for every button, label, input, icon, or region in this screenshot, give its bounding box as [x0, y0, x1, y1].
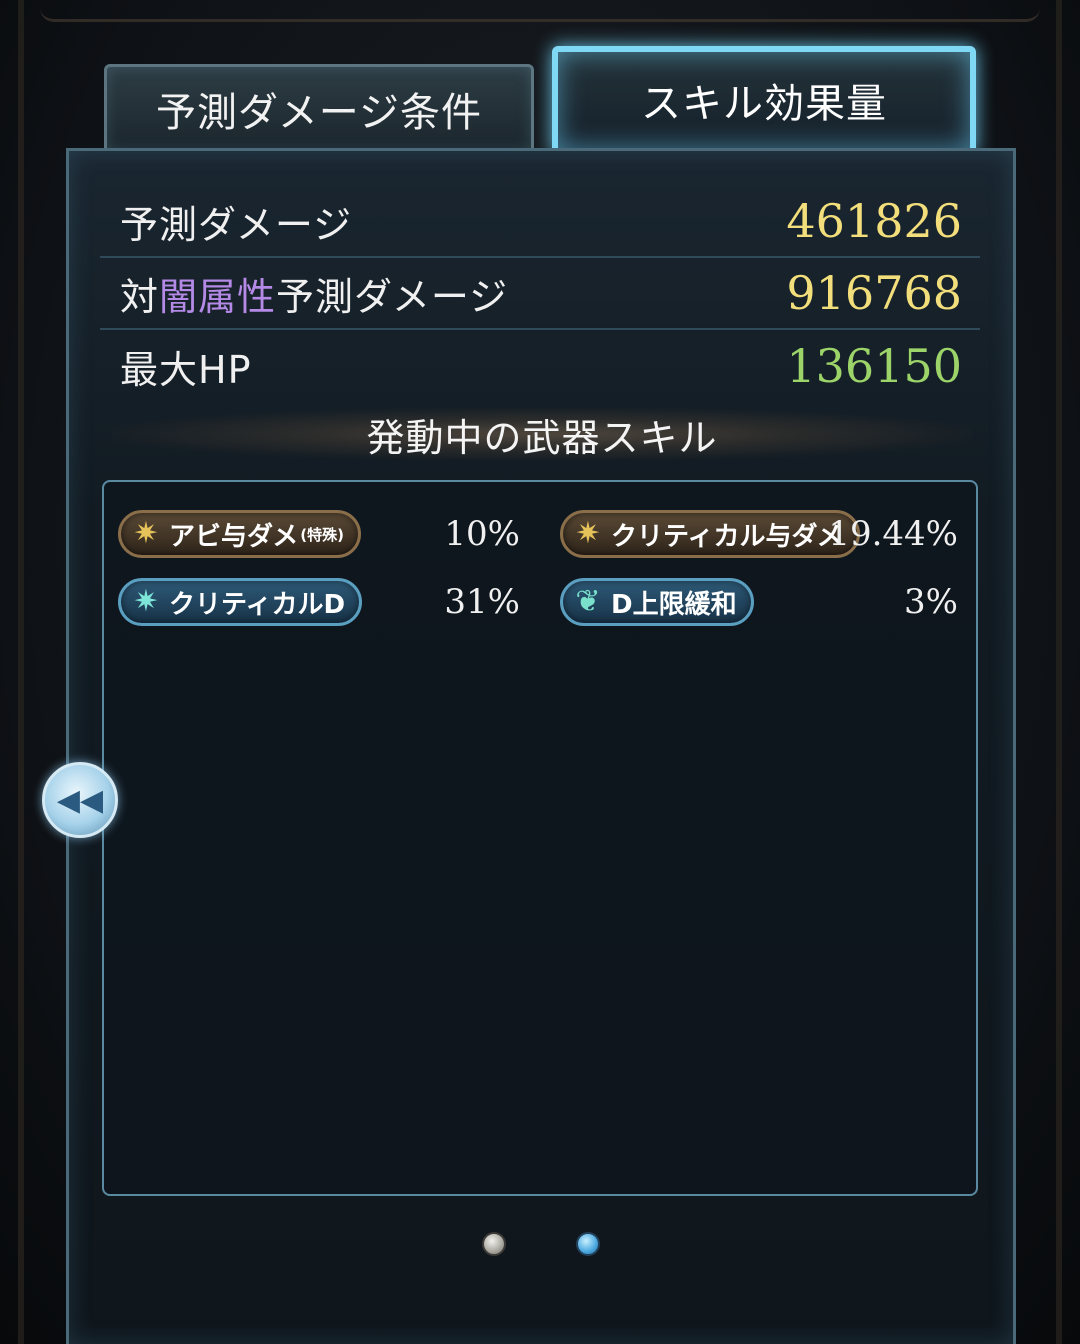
- skill-value: 3%: [904, 582, 958, 622]
- pager-dot-page-1[interactable]: [482, 1232, 506, 1256]
- rewind-back-button[interactable]: ◀◀: [42, 762, 118, 838]
- stat-row-element-damage: 対闇属性予測ダメージ 916768: [100, 258, 980, 330]
- gold-burst-icon: ✷: [575, 516, 601, 551]
- skill-value: 10%: [444, 514, 520, 554]
- stat-label: 対闇属性予測ダメージ: [120, 266, 508, 321]
- tab-label: 予測ダメージ条件: [156, 90, 482, 136]
- section-title-active-weapon-skills: 発動中の武器スキル: [112, 408, 972, 460]
- section-title-text: 発動中の武器スキル: [366, 415, 718, 460]
- stat-value: 461826: [786, 194, 962, 248]
- skill-item-ability-damage: ✷ アビ与ダメ (特殊): [118, 510, 361, 558]
- skill-label: アビ与ダメ: [169, 521, 299, 552]
- skill-label: クリティカルD: [169, 589, 346, 620]
- skill-item-damage-cap-up: ❦ D上限緩和: [560, 578, 754, 626]
- stat-row-predicted-damage: 予測ダメージ 461826: [100, 186, 980, 258]
- skill-badge: ✷ アビ与ダメ (特殊): [118, 510, 361, 558]
- stat-label: 予測ダメージ: [120, 202, 353, 247]
- stat-label-suffix: 予測ダメージ: [276, 274, 509, 319]
- tab-predicted-damage-conditions[interactable]: 予測ダメージ条件: [104, 64, 534, 154]
- skill-value: 31%: [444, 582, 520, 622]
- stat-value: 916768: [786, 266, 962, 320]
- skill-badge: ✷ クリティカルD: [118, 578, 363, 626]
- skill-item-critical-d: ✷ クリティカルD: [118, 578, 363, 626]
- skill-value: 19.44%: [828, 514, 958, 554]
- gold-burst-icon: ✷: [133, 516, 159, 551]
- tab-label: スキル効果量: [641, 81, 887, 127]
- pager-dot-page-2[interactable]: [576, 1232, 600, 1256]
- tab-skill-effect-amount[interactable]: スキル効果量: [552, 46, 976, 154]
- stat-label-prefix: 対: [120, 274, 160, 319]
- stat-value: 136150: [786, 339, 962, 393]
- background-top-ornament: [40, 0, 1040, 22]
- stat-label-element: 闇属性: [159, 274, 277, 319]
- leaf-icon: ❦: [575, 584, 601, 619]
- stat-label: 最大HP: [120, 347, 252, 392]
- stat-row-max-hp: 最大HP 136150: [100, 330, 980, 402]
- skill-badge: ❦ D上限緩和: [560, 578, 754, 626]
- cyan-burst-icon: ✷: [133, 584, 159, 619]
- rewind-icon: ◀◀: [56, 782, 104, 818]
- skill-label: D上限緩和: [611, 589, 737, 620]
- skill-sublabel: (特殊): [300, 525, 344, 544]
